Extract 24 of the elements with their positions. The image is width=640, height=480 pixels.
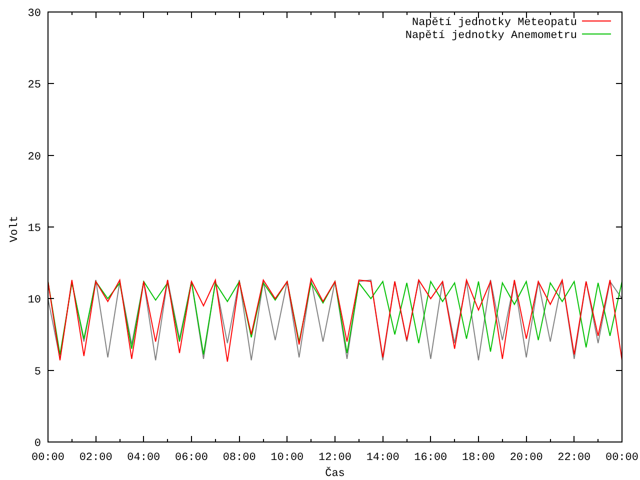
x-tick-label: 06:00: [175, 452, 208, 464]
y-axis-title: Volt: [9, 216, 21, 242]
y-tick-label: 20: [28, 151, 41, 164]
x-tick-label: 18:00: [462, 452, 495, 464]
x-tick-label: 00:00: [606, 452, 638, 464]
y-tick-label: 30: [28, 8, 41, 20]
x-tick-label: 10:00: [270, 452, 304, 464]
x-tick-label: 16:00: [414, 452, 448, 464]
y-tick-label: 25: [28, 80, 41, 92]
x-tick-label: 12:00: [318, 452, 352, 464]
y-tick-label: 5: [34, 366, 41, 378]
legend-label: Napětí jednotky Anemometru: [405, 30, 577, 42]
x-tick-label: 22:00: [558, 452, 591, 464]
y-tick-label: 0: [34, 438, 41, 450]
x-tick-label: 14:00: [366, 452, 400, 464]
x-tick-label: 04:00: [127, 452, 160, 464]
x-tick-label: 00:00: [32, 452, 64, 464]
x-axis-title: Čas: [325, 468, 345, 480]
x-tick-label: 02:00: [79, 452, 112, 464]
x-tick-label: 08:00: [222, 452, 256, 464]
y-tick-label: 10: [28, 294, 41, 307]
y-tick-label: 15: [28, 223, 41, 235]
legend-label: Napětí jednotky Meteopatu: [412, 17, 577, 29]
x-tick-label: 20:00: [510, 452, 543, 464]
